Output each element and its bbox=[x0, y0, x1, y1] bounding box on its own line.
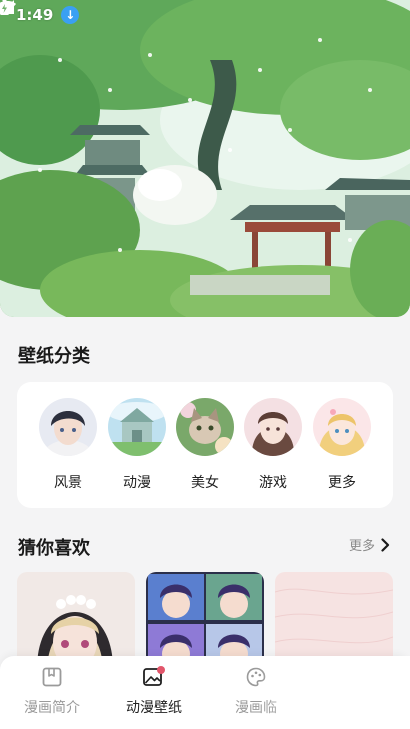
category-thumb-castle bbox=[108, 398, 166, 456]
category-label: 动漫 bbox=[123, 475, 151, 491]
section-title-recommend: 猜你喜欢 bbox=[18, 538, 90, 559]
category-card: 风景 动漫 美女 游戏 更多 bbox=[17, 382, 393, 508]
palette-icon bbox=[246, 667, 266, 687]
category-label: 风景 bbox=[54, 475, 82, 491]
nav-label: 漫画简介 bbox=[24, 700, 80, 716]
category-thumb-princess bbox=[313, 398, 371, 456]
nav-label: 动漫壁纸 bbox=[126, 700, 182, 716]
battery-charging-icon bbox=[0, 0, 9, 15]
category-thumb-cat bbox=[176, 398, 234, 456]
nav-label: 漫画临 bbox=[235, 700, 277, 716]
status-bar: 1:49 ↓ bbox=[0, 0, 410, 30]
hero-banner[interactable]: 1:49 ↓ bbox=[0, 0, 410, 317]
more-label: 更多 bbox=[348, 539, 375, 554]
download-arrow-icon: ↓ bbox=[61, 6, 80, 24]
book-icon bbox=[42, 667, 62, 687]
bottom-nav: 漫画简介 动漫壁纸 漫画临 bbox=[0, 656, 410, 729]
category-item-scenery[interactable]: 风景 bbox=[38, 398, 98, 494]
category-item-anime[interactable]: 动漫 bbox=[107, 398, 167, 494]
category-thumb-anime-girl bbox=[244, 398, 302, 456]
image-icon bbox=[143, 666, 165, 686]
nav-item-comic-copy[interactable]: 漫画临 bbox=[201, 666, 311, 722]
section-title-categories: 壁纸分类 bbox=[18, 346, 90, 367]
category-item-more[interactable]: 更多 bbox=[312, 398, 372, 494]
status-time: 1:49 bbox=[16, 6, 54, 24]
category-item-beauty[interactable]: 美女 bbox=[175, 398, 235, 494]
more-link[interactable]: 更多 bbox=[349, 535, 390, 554]
chevron-right-icon bbox=[381, 537, 390, 552]
category-thumb-anime-boy bbox=[39, 398, 97, 456]
category-label: 游戏 bbox=[259, 475, 287, 491]
category-label: 更多 bbox=[328, 475, 356, 491]
category-label: 美女 bbox=[191, 475, 219, 491]
nav-item-anime-wallpaper[interactable]: 动漫壁纸 bbox=[99, 666, 209, 722]
category-item-game[interactable]: 游戏 bbox=[243, 398, 303, 494]
hero-illustration bbox=[0, 0, 410, 317]
nav-item-comic-intro[interactable]: 漫画简介 bbox=[0, 666, 107, 722]
